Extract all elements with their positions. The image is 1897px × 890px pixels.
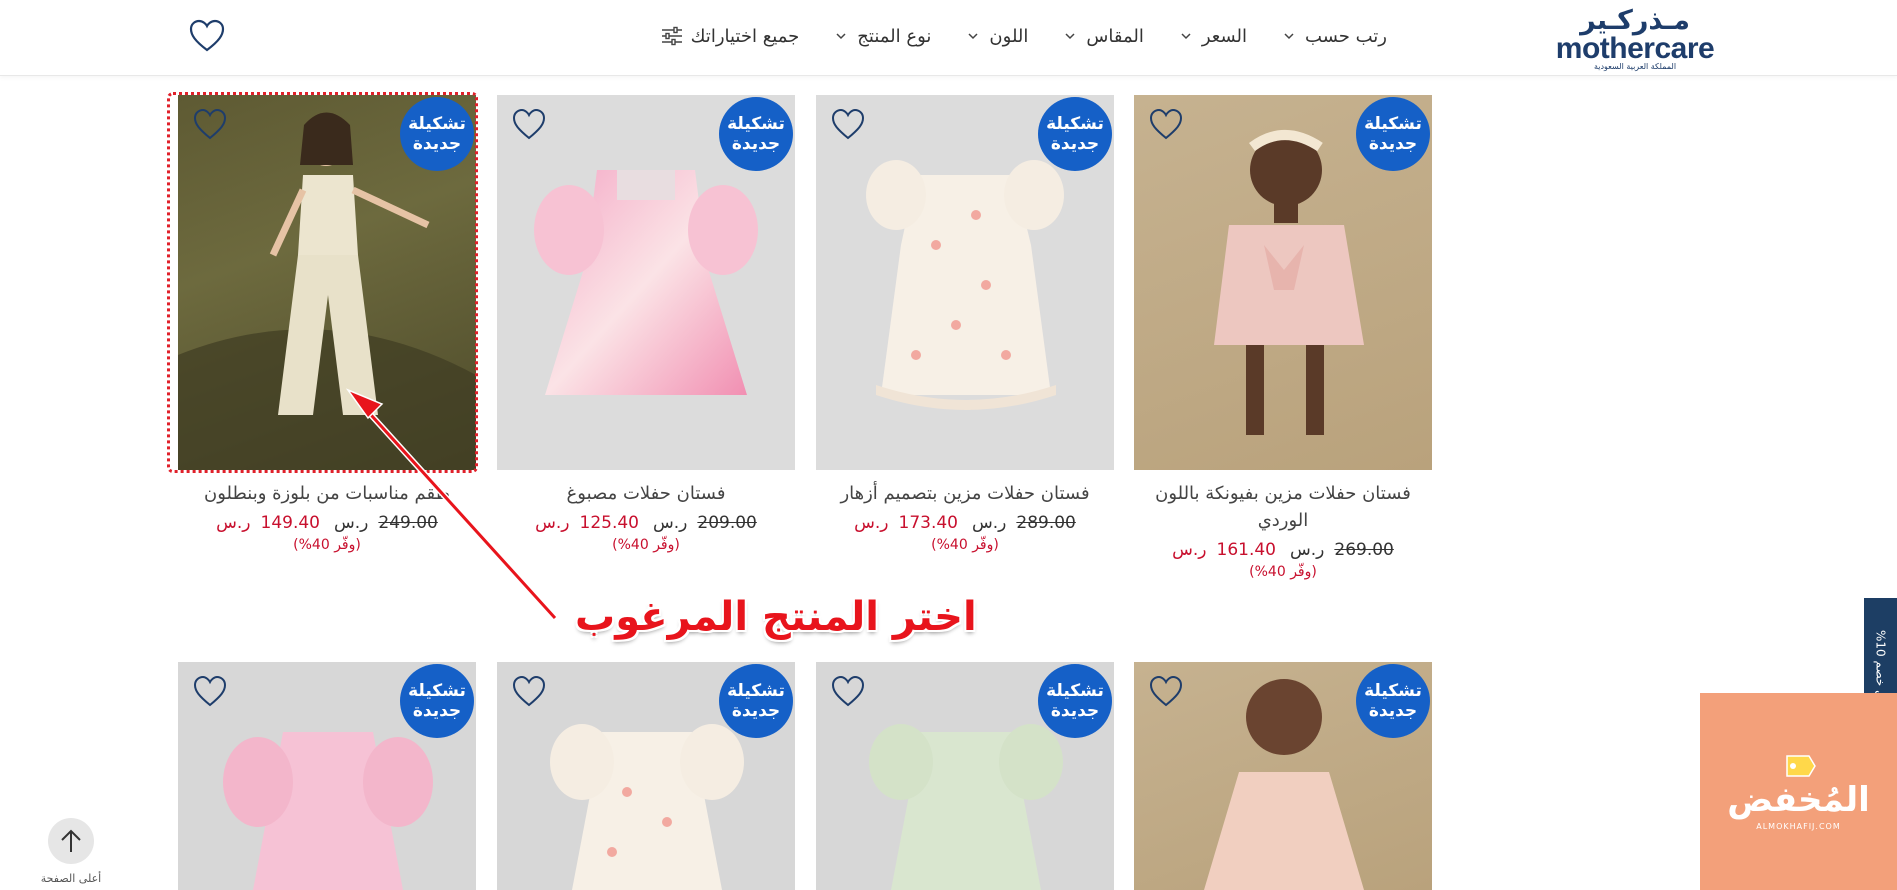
sale-price: 125.40 ر.س xyxy=(535,513,639,533)
new-collection-badge: تشكيلة جديدة xyxy=(719,97,793,171)
product-price: 209.00 ر.س 125.40 ر.س xyxy=(497,513,795,533)
product-card[interactable]: تشكيلة جديدة فستان حفلات مزين بفيونكة بال… xyxy=(1134,95,1432,580)
new-collection-badge: تشكيلة جديدة xyxy=(400,97,474,171)
discount-label: (وفّر 40%) xyxy=(612,537,680,553)
product-card[interactable]: تشكيلة جديدة xyxy=(1134,662,1432,890)
new-collection-badge: تشكيلة جديدة xyxy=(1356,97,1430,171)
filter-label: رتب حسب xyxy=(1305,25,1387,47)
product-image[interactable]: تشكيلة جديدة xyxy=(497,662,795,890)
product-name[interactable]: فستان حفلات مصبوغ xyxy=(497,480,795,507)
new-collection-badge: تشكيلة جديدة xyxy=(719,664,793,738)
new-collection-badge: تشكيلة جديدة xyxy=(1038,97,1112,171)
filter-price[interactable]: السعر xyxy=(1162,18,1265,54)
sale-price: 149.40 ر.س xyxy=(216,513,320,533)
filter-label: اللون xyxy=(989,25,1029,47)
filter-product-type[interactable]: نوع المنتج xyxy=(817,18,949,54)
tag-icon xyxy=(1785,755,1816,777)
product-image[interactable]: تشكيلة جديدة xyxy=(178,95,476,470)
new-collection-badge: تشكيلة جديدة xyxy=(400,664,474,738)
product-image[interactable]: تشكيلة جديدة xyxy=(816,95,1114,470)
product-name[interactable]: فستان حفلات مزين بفيونكة باللون الوردي xyxy=(1134,480,1432,534)
chevron-down-icon xyxy=(1181,33,1191,40)
chevron-down-icon xyxy=(968,33,978,40)
favorite-heart-icon[interactable] xyxy=(192,107,228,141)
filter-label: السعر xyxy=(1201,25,1248,47)
new-collection-badge: تشكيلة جديدة xyxy=(1356,664,1430,738)
discount-label: (وفّر 40%) xyxy=(1249,564,1317,580)
favorite-heart-icon[interactable] xyxy=(1148,107,1184,141)
favorite-heart-icon[interactable] xyxy=(192,674,228,708)
original-price: 289.00 ر.س xyxy=(972,513,1076,533)
all-filters-button[interactable]: جميع اختياراتك xyxy=(661,26,818,47)
chevron-down-icon xyxy=(1065,33,1075,40)
back-to-top-label: أعلى الصفحة xyxy=(40,872,102,885)
discount-label: (وفّر 40%) xyxy=(293,537,361,553)
original-price: 269.00 ر.س xyxy=(1290,540,1394,560)
discount-label: (وفّر 40%) xyxy=(931,537,999,553)
logo-english: mothercare xyxy=(1555,32,1715,65)
sliders-icon xyxy=(661,26,682,46)
product-image[interactable]: تشكيلة جديدة xyxy=(1134,662,1432,890)
product-image[interactable]: تشكيلة جديدة xyxy=(178,662,476,890)
favorite-heart-icon[interactable] xyxy=(1148,674,1184,708)
all-filters-label: جميع اختياراتك xyxy=(690,25,800,47)
product-name[interactable]: طقم مناسبات من بلوزة وبنطلون xyxy=(178,480,476,507)
product-price: 249.00 ر.س 149.40 ر.س xyxy=(178,513,476,533)
sale-price: 173.40 ر.س xyxy=(854,513,958,533)
product-image[interactable]: تشكيلة جديدة xyxy=(1134,95,1432,470)
filter-sort[interactable]: رتب حسب xyxy=(1265,18,1405,54)
mothercare-logo[interactable]: مـذركـير mothercare المملكة العربية السع… xyxy=(1555,6,1715,72)
product-card[interactable]: تشكيلة جديدة فستان حفلات مصبوغ 209.00 ر.س … xyxy=(497,95,795,553)
back-to-top-button[interactable] xyxy=(48,818,94,864)
watermark-url: ALMOKHAFIJ.COM xyxy=(1756,822,1841,831)
product-card-selected[interactable]: تشكيلة جديدة طقم مناسبات من بلوزة وبنطلون… xyxy=(178,95,476,553)
new-collection-badge: تشكيلة جديدة xyxy=(1038,664,1112,738)
annotation-text: اختر المنتج المرغوب xyxy=(575,594,977,640)
wishlist-heart-icon[interactable] xyxy=(188,17,226,55)
product-card[interactable]: تشكيلة جديدة فستان حفلات مزين بتصميم أزها… xyxy=(816,95,1114,553)
site-header: مـذركـير mothercare المملكة العربية السع… xyxy=(0,0,1897,76)
product-price: 289.00 ر.س 173.40 ر.س xyxy=(816,513,1114,533)
filter-color[interactable]: اللون xyxy=(949,18,1046,54)
product-card[interactable]: تشكيلة جديدة xyxy=(816,662,1114,890)
original-price: 209.00 ر.س xyxy=(653,513,757,533)
product-card[interactable]: تشكيلة جديدة xyxy=(497,662,795,890)
chevron-down-icon xyxy=(1284,33,1294,40)
sale-price: 161.40 ر.س xyxy=(1172,540,1276,560)
product-card[interactable]: تشكيلة جديدة xyxy=(178,662,476,890)
filter-size[interactable]: المقاس xyxy=(1046,18,1161,54)
favorite-heart-icon[interactable] xyxy=(511,674,547,708)
favorite-heart-icon[interactable] xyxy=(511,107,547,141)
arrow-up-icon xyxy=(61,829,81,852)
filter-bar: رتب حسب السعر المقاس اللون نوع المنتج جم… xyxy=(661,18,1405,54)
favorite-heart-icon[interactable] xyxy=(830,107,866,141)
filter-label: المقاس xyxy=(1086,25,1144,47)
product-price: 269.00 ر.س 161.40 ر.س xyxy=(1134,540,1432,560)
product-image[interactable]: تشكيلة جديدة xyxy=(816,662,1114,890)
product-name[interactable]: فستان حفلات مزين بتصميم أزهار xyxy=(816,480,1114,507)
chevron-down-icon xyxy=(836,33,846,40)
watermark-title: المُخفض xyxy=(1727,780,1870,820)
product-image[interactable]: تشكيلة جديدة xyxy=(497,95,795,470)
filter-label: نوع المنتج xyxy=(857,25,932,47)
original-price: 249.00 ر.س xyxy=(334,513,438,533)
favorite-heart-icon[interactable] xyxy=(830,674,866,708)
site-watermark: المُخفض ALMOKHAFIJ.COM xyxy=(1700,693,1897,890)
